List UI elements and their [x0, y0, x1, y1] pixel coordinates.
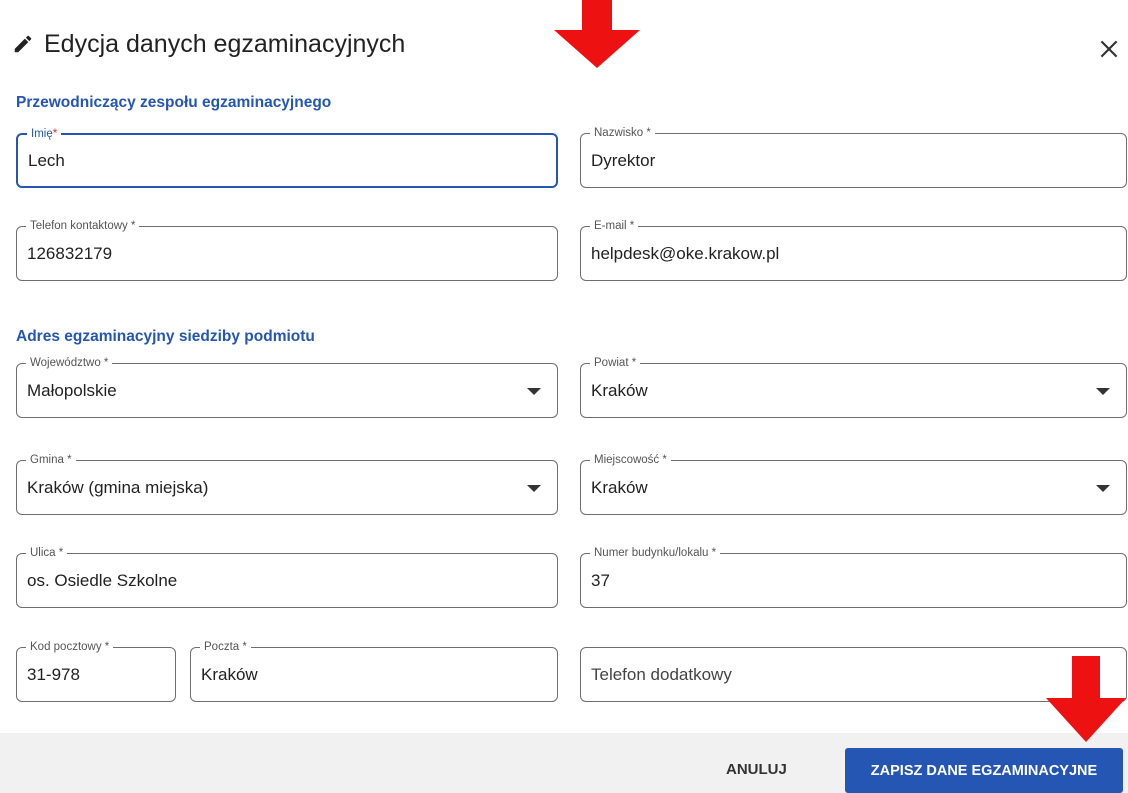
postal-code-input[interactable] — [27, 648, 125, 701]
first-name-field[interactable]: Imię* — [16, 126, 558, 188]
county-value: Kraków — [591, 381, 648, 400]
commune-label: Gmina * — [26, 452, 76, 468]
dropdown-arrow-icon[interactable] — [1096, 388, 1110, 395]
street-input[interactable] — [27, 554, 507, 607]
commune-value: Kraków (gmina miejska) — [27, 478, 209, 497]
extra-phone-input[interactable] — [591, 648, 1076, 701]
dialog-title: Edycja danych egzaminacyjnych — [44, 29, 406, 58]
dropdown-arrow-icon[interactable] — [1096, 485, 1110, 492]
pencil-icon — [14, 35, 32, 53]
red-down-arrow-icon — [554, 0, 640, 68]
street-field[interactable]: Ulica * — [16, 545, 558, 608]
extra-phone-field[interactable] — [580, 647, 1127, 702]
chair-section-title: Przewodniczący zespołu egzaminacyjnego — [16, 94, 332, 111]
save-exam-data-button[interactable]: ZAPISZ DANE EGZAMINACYJNE — [845, 748, 1123, 793]
address-section-title: Adres egzaminacyjny siedziby podmiotu — [16, 328, 315, 345]
close-icon[interactable] — [1096, 36, 1122, 62]
phone-field[interactable]: Telefon kontaktowy * — [16, 218, 558, 281]
county-select[interactable]: Powiat * Kraków — [580, 355, 1127, 418]
red-down-arrow-icon — [1046, 656, 1126, 742]
locality-select[interactable]: Miejscowość * Kraków — [580, 452, 1127, 515]
locality-value: Kraków — [591, 478, 648, 497]
voivodeship-select[interactable]: Województwo * Małopolskie — [16, 355, 558, 418]
locality-label: Miejscowość * — [590, 452, 671, 468]
dialog-footer: ANULUJ ZAPISZ DANE EGZAMINACYJNE — [0, 733, 1128, 793]
exam-data-dialog: Edycja danych egzaminacyjnych Przewodnic… — [0, 0, 1128, 793]
dropdown-arrow-icon[interactable] — [527, 485, 541, 492]
phone-input[interactable] — [27, 227, 507, 280]
building-number-input[interactable] — [591, 554, 1076, 607]
dropdown-arrow-icon[interactable] — [527, 388, 541, 395]
building-number-field[interactable]: Numer budynku/lokalu * — [580, 545, 1127, 608]
email-field[interactable]: E-mail * — [580, 218, 1127, 281]
county-label: Powiat * — [590, 355, 641, 371]
voivodeship-value: Małopolskie — [27, 381, 117, 400]
last-name-field[interactable]: Nazwisko * — [580, 125, 1127, 188]
post-office-field[interactable]: Poczta * — [190, 639, 558, 702]
email-input[interactable] — [591, 227, 1076, 280]
post-office-input[interactable] — [201, 648, 507, 701]
last-name-input[interactable] — [591, 134, 1076, 187]
postal-code-field[interactable]: Kod pocztowy * — [16, 639, 176, 702]
voivodeship-label: Województwo * — [26, 355, 113, 371]
dialog-header: Edycja danych egzaminacyjnych — [12, 26, 405, 62]
first-name-input[interactable] — [28, 135, 506, 186]
commune-select[interactable]: Gmina * Kraków (gmina miejska) — [16, 452, 558, 515]
cancel-button[interactable]: ANULUJ — [726, 761, 787, 778]
